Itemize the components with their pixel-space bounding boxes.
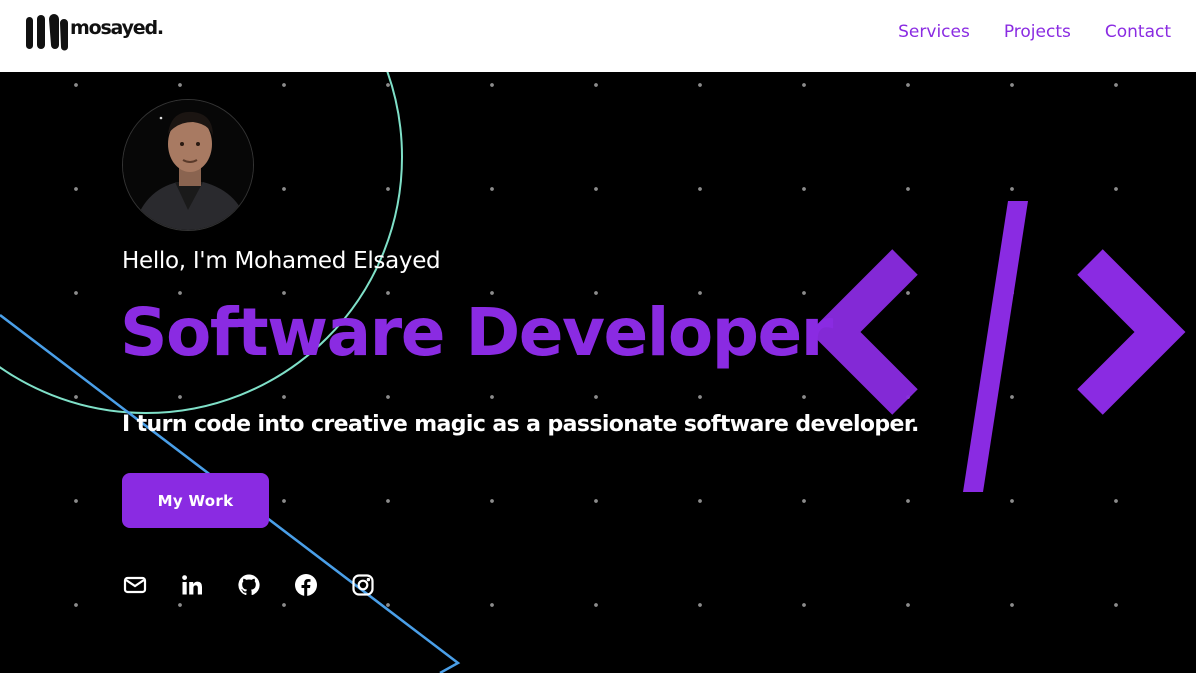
nav-links: Services Projects Contact [898,22,1171,42]
hero-section: Hello, I'm Mohamed Elsayed Software Deve… [0,72,1196,673]
brand-logo[interactable]: mosayed. [24,13,164,51]
hero-title: Software Developer [120,294,833,371]
mail-icon[interactable] [122,572,147,597]
facebook-icon[interactable] [293,572,318,597]
avatar [122,99,254,231]
nav-link-projects[interactable]: Projects [1004,22,1071,42]
social-links [122,572,375,597]
my-work-button[interactable]: My Work [122,473,269,528]
nav-link-services[interactable]: Services [898,22,970,42]
code-brackets-icon [809,201,1186,492]
brand-name: mosayed. [70,17,164,39]
nav-link-contact[interactable]: Contact [1105,22,1171,42]
instagram-icon[interactable] [350,572,375,597]
logo-mark-icon [26,14,68,51]
profile-photo [123,100,253,230]
hero-tagline: I turn code into creative magic as a pas… [122,412,919,437]
github-icon[interactable] [236,572,261,597]
linkedin-icon[interactable] [179,572,204,597]
hero-greeting: Hello, I'm Mohamed Elsayed [122,248,441,274]
navbar: mosayed. Services Projects Contact [0,0,1196,72]
